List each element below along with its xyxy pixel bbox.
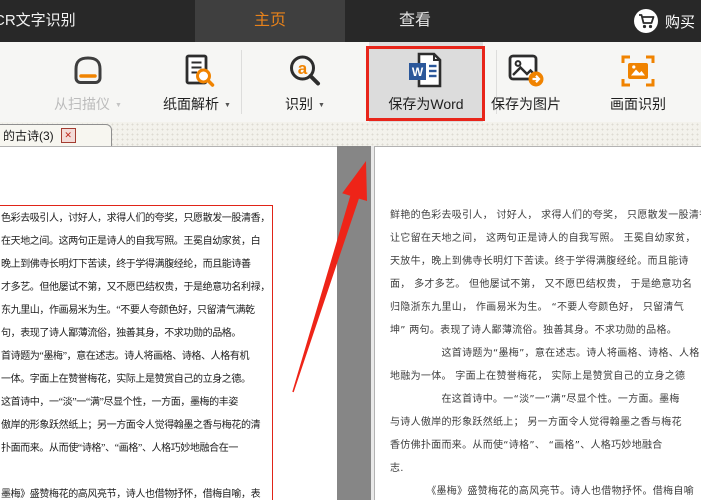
tab-view[interactable]: 查看 xyxy=(350,0,480,42)
scanner-icon xyxy=(38,52,138,90)
document-line: 这首诗中，一“淡”一“满”尽显个性，一方面，墨梅的丰姿 xyxy=(1,397,238,408)
app-title: CR文字识别 xyxy=(0,12,76,29)
ocr-line: 志. xyxy=(390,463,404,474)
document-tabstrip: 的古诗(3) ✕ xyxy=(0,122,701,146)
recognized-text-panel[interactable]: 鲜艳的色彩去吸引人， 讨好人， 求得人们的夸奖， 只愿散发一股清香， 让它留在天… xyxy=(374,146,701,500)
document-line: 才多艺。但他屡试不第，又不愿巴结权贵，于是绝意功名利禄， xyxy=(1,282,270,293)
toolbar-item-label: 保存为图片 xyxy=(491,96,561,112)
toolbar-item-label: 从扫描仪 xyxy=(54,96,111,112)
document-line: 句，表现了诗人鄙薄流俗，独善其身，不求功勋的品格。 xyxy=(1,328,241,339)
toolbar-item-screen-recognition[interactable]: 画面识别 xyxy=(588,42,688,122)
toolbar-item-save-as-word[interactable]: W 保存为Word xyxy=(369,42,483,122)
toolbar-item-label: 纸面解析 xyxy=(163,96,220,112)
toolbar-item-from-scanner[interactable]: 从扫描仪 ▼ xyxy=(38,42,138,122)
toolbar: 从扫描仪 ▼ 纸面解析 ▼ a 识别 ▼ W 保存为Word 保存为图片 画面识… xyxy=(0,42,701,123)
chevron-down-icon: ▼ xyxy=(224,102,231,109)
toolbar-item-paper-analysis[interactable]: 纸面解析 ▼ xyxy=(147,42,247,122)
svg-text:a: a xyxy=(298,59,308,78)
ocr-line: 这首诗题为“墨梅”，意在述志。诗人将画格、诗格、人格 xyxy=(390,348,700,359)
ocr-line: 天放牛，晚上到佛寺长明灯下苦读。终于学得满腹经纶。而且能诗 xyxy=(390,256,689,267)
document-tab-label: 的古诗(3) xyxy=(3,129,54,143)
chevron-down-icon: ▼ xyxy=(318,102,325,109)
cart-icon xyxy=(633,8,659,34)
ocr-line: 与诗人傲岸的形象跃然纸上； 另一方面令人觉得翰墨之香与梅花 xyxy=(390,417,682,428)
document-line: 扑面而来。从而使“诗格”、“画格”、人格巧妙地融合在一 xyxy=(1,443,238,454)
close-icon[interactable]: ✕ xyxy=(60,128,76,143)
ocr-line: 《墨梅》盛赞梅花的高风亮节。诗人也借物抒怀。借梅自喻 xyxy=(390,486,694,497)
document-line: 在天地之间。这两句正是诗人的自我写照。王冕自幼家贫，白 xyxy=(1,236,261,247)
svg-text:W: W xyxy=(412,65,424,79)
document-line: 色彩去吸引人，讨好人，求得人们的夸奖，只愿散发一股清香， xyxy=(1,213,270,224)
ocr-line: 面， 多才多艺。 但他屡试不第， 又不愿巴结权贵， 于是绝意功名 xyxy=(390,279,693,290)
ocr-line: 在这首诗中。一“淡”一“满”尽显个性。一方面。墨梅 xyxy=(390,394,680,405)
document-line: 首诗题为“墨梅”，意在述志。诗人将画格、诗格、人格有机 xyxy=(1,351,250,362)
toolbar-item-label: 识别 xyxy=(285,96,314,112)
document-tab[interactable]: 的古诗(3) ✕ xyxy=(0,124,112,146)
ocr-line: 让它留在天地之间， 这两句正是诗人的自我写照。 王冕自幼家贫， xyxy=(390,233,696,244)
ocr-line: 归隐浙东九里山， 作画易米为生。 “不要人夸颜色好， 只留清气 xyxy=(390,302,685,313)
document-line: 晚上到佛寺长明灯下苦读，终于学得满腹经纶，而且能诗善 xyxy=(1,259,251,270)
toolbar-item-label: 保存为Word xyxy=(388,96,464,112)
word-icon: W xyxy=(369,52,483,90)
toolbar-separator xyxy=(241,50,242,114)
toolbar-item-save-as-image[interactable]: 保存为图片 xyxy=(476,42,576,122)
paper-analysis-icon xyxy=(147,52,247,90)
text-region-highlight: 色彩去吸引人，讨好人，求得人们的夸奖，只愿散发一股清香， 在天地之间。这两句正是… xyxy=(0,205,273,500)
document-line: 傲岸的形象跃然纸上；另一方面令人觉得翰墨之香与梅花的清 xyxy=(1,420,261,431)
ocr-line: 香仿佛扑面而来。从而使“诗格”、 “画格”、人格巧妙地融合 xyxy=(390,440,663,451)
ocr-line: 坤” 两句。表现了诗人鄙薄流俗。独善其身。不求功勋的品格。 xyxy=(390,325,678,336)
titlebar: CR文字识别 主页 查看 购买 xyxy=(0,0,701,42)
toolbar-item-recognize[interactable]: a 识别 ▼ xyxy=(255,42,355,122)
document-line: 墨梅》盛赞梅花的高风亮节，诗人也借物抒怀，借梅自喻，表 xyxy=(1,489,261,500)
ocr-text-block: 鲜艳的色彩去吸引人， 讨好人， 求得人们的夸奖， 只愿散发一股清香， 让它留在天… xyxy=(390,204,701,500)
content-area: 色彩去吸引人，讨好人，求得人们的夸奖，只愿散发一股清香， 在天地之间。这两句正是… xyxy=(0,146,701,500)
buy-button[interactable]: 购买 xyxy=(633,0,695,42)
screen-recognition-icon xyxy=(588,52,688,90)
tab-home[interactable]: 主页 xyxy=(195,0,345,42)
buy-label: 购买 xyxy=(664,13,695,31)
recognize-icon: a xyxy=(255,52,355,90)
save-as-image-icon xyxy=(476,52,576,90)
document-line: 一体。字面上在赞誉梅花，实际上是赞赏自己的立身之德。 xyxy=(1,374,251,385)
ocr-line: 鲜艳的色彩去吸引人， 讨好人， 求得人们的夸奖， 只愿散发一股清香， xyxy=(390,210,701,221)
document-line: 东九里山，作画易米为生。“不要人夸颜色好，只留清气满乾 xyxy=(1,305,255,316)
chevron-down-icon: ▼ xyxy=(115,102,122,109)
original-document-panel[interactable]: 色彩去吸引人，讨好人，求得人们的夸奖，只愿散发一股清香， 在天地之间。这两句正是… xyxy=(0,146,337,500)
ocr-line: 地融为一体。 字面上在赞誉梅花， 实际上是赞赏自己的立身之德 xyxy=(390,371,686,382)
toolbar-item-label: 画面识别 xyxy=(610,96,666,112)
